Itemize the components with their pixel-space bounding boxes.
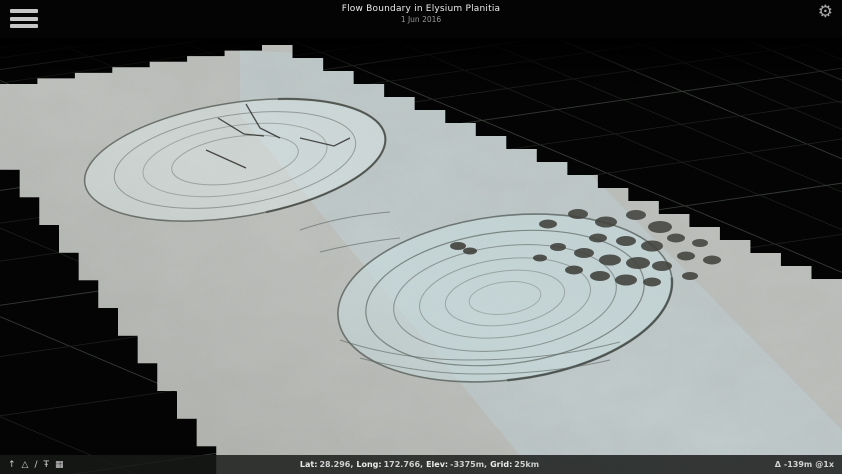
north-arrow-icon[interactable]: ↑ [8,460,16,470]
elev-label: Elev: [426,460,449,469]
delta-icon: Δ [774,460,781,469]
menu-button[interactable] [10,9,38,28]
elevation-icon[interactable]: Ŧ [44,460,50,470]
terrain-scene[interactable] [0,0,842,474]
slope-icon[interactable]: / [34,460,37,470]
top-bar: Flow Boundary in Elysium Planitia 1 Jun … [0,0,842,36]
zoom-level[interactable]: @1x [815,460,834,469]
long-label: Long: [356,460,382,469]
lat-label: Lat: [299,460,318,469]
grid-label: Grid: [490,460,513,469]
elev-value: -3375m, [450,460,488,469]
scene-title: Flow Boundary in Elysium Planitia [341,4,501,14]
lat-value: 28.296, [319,460,354,469]
terrain-viewport[interactable]: Flow Boundary in Elysium Planitia 1 Jun … [0,0,842,474]
gear-icon: ⚙ [817,2,833,22]
settings-button[interactable]: ⚙ [818,4,833,21]
coordinate-readout: Lat: 28.296, Long: 172.766, Elev: -3375m… [300,455,542,474]
vertical-exaggeration-readout: Δ -139m @1x [775,455,834,474]
title-block: Flow Boundary in Elysium Planitia 1 Jun … [0,4,842,24]
grid-value: 25km [514,460,540,469]
hamburger-icon [10,9,38,13]
grid-icon[interactable]: ▦ [55,460,64,470]
terrain-icon[interactable]: △ [22,460,29,470]
long-value: 172.766, [383,460,424,469]
toolbar: ↑ △ / Ŧ ▦ [8,455,64,474]
scene-date: 1 Jun 2016 [400,15,442,24]
delta-elevation-value: -139m [783,460,813,469]
status-bar: ↑ △ / Ŧ ▦ Lat: 28.296, Long: 172.766, El… [0,455,842,474]
